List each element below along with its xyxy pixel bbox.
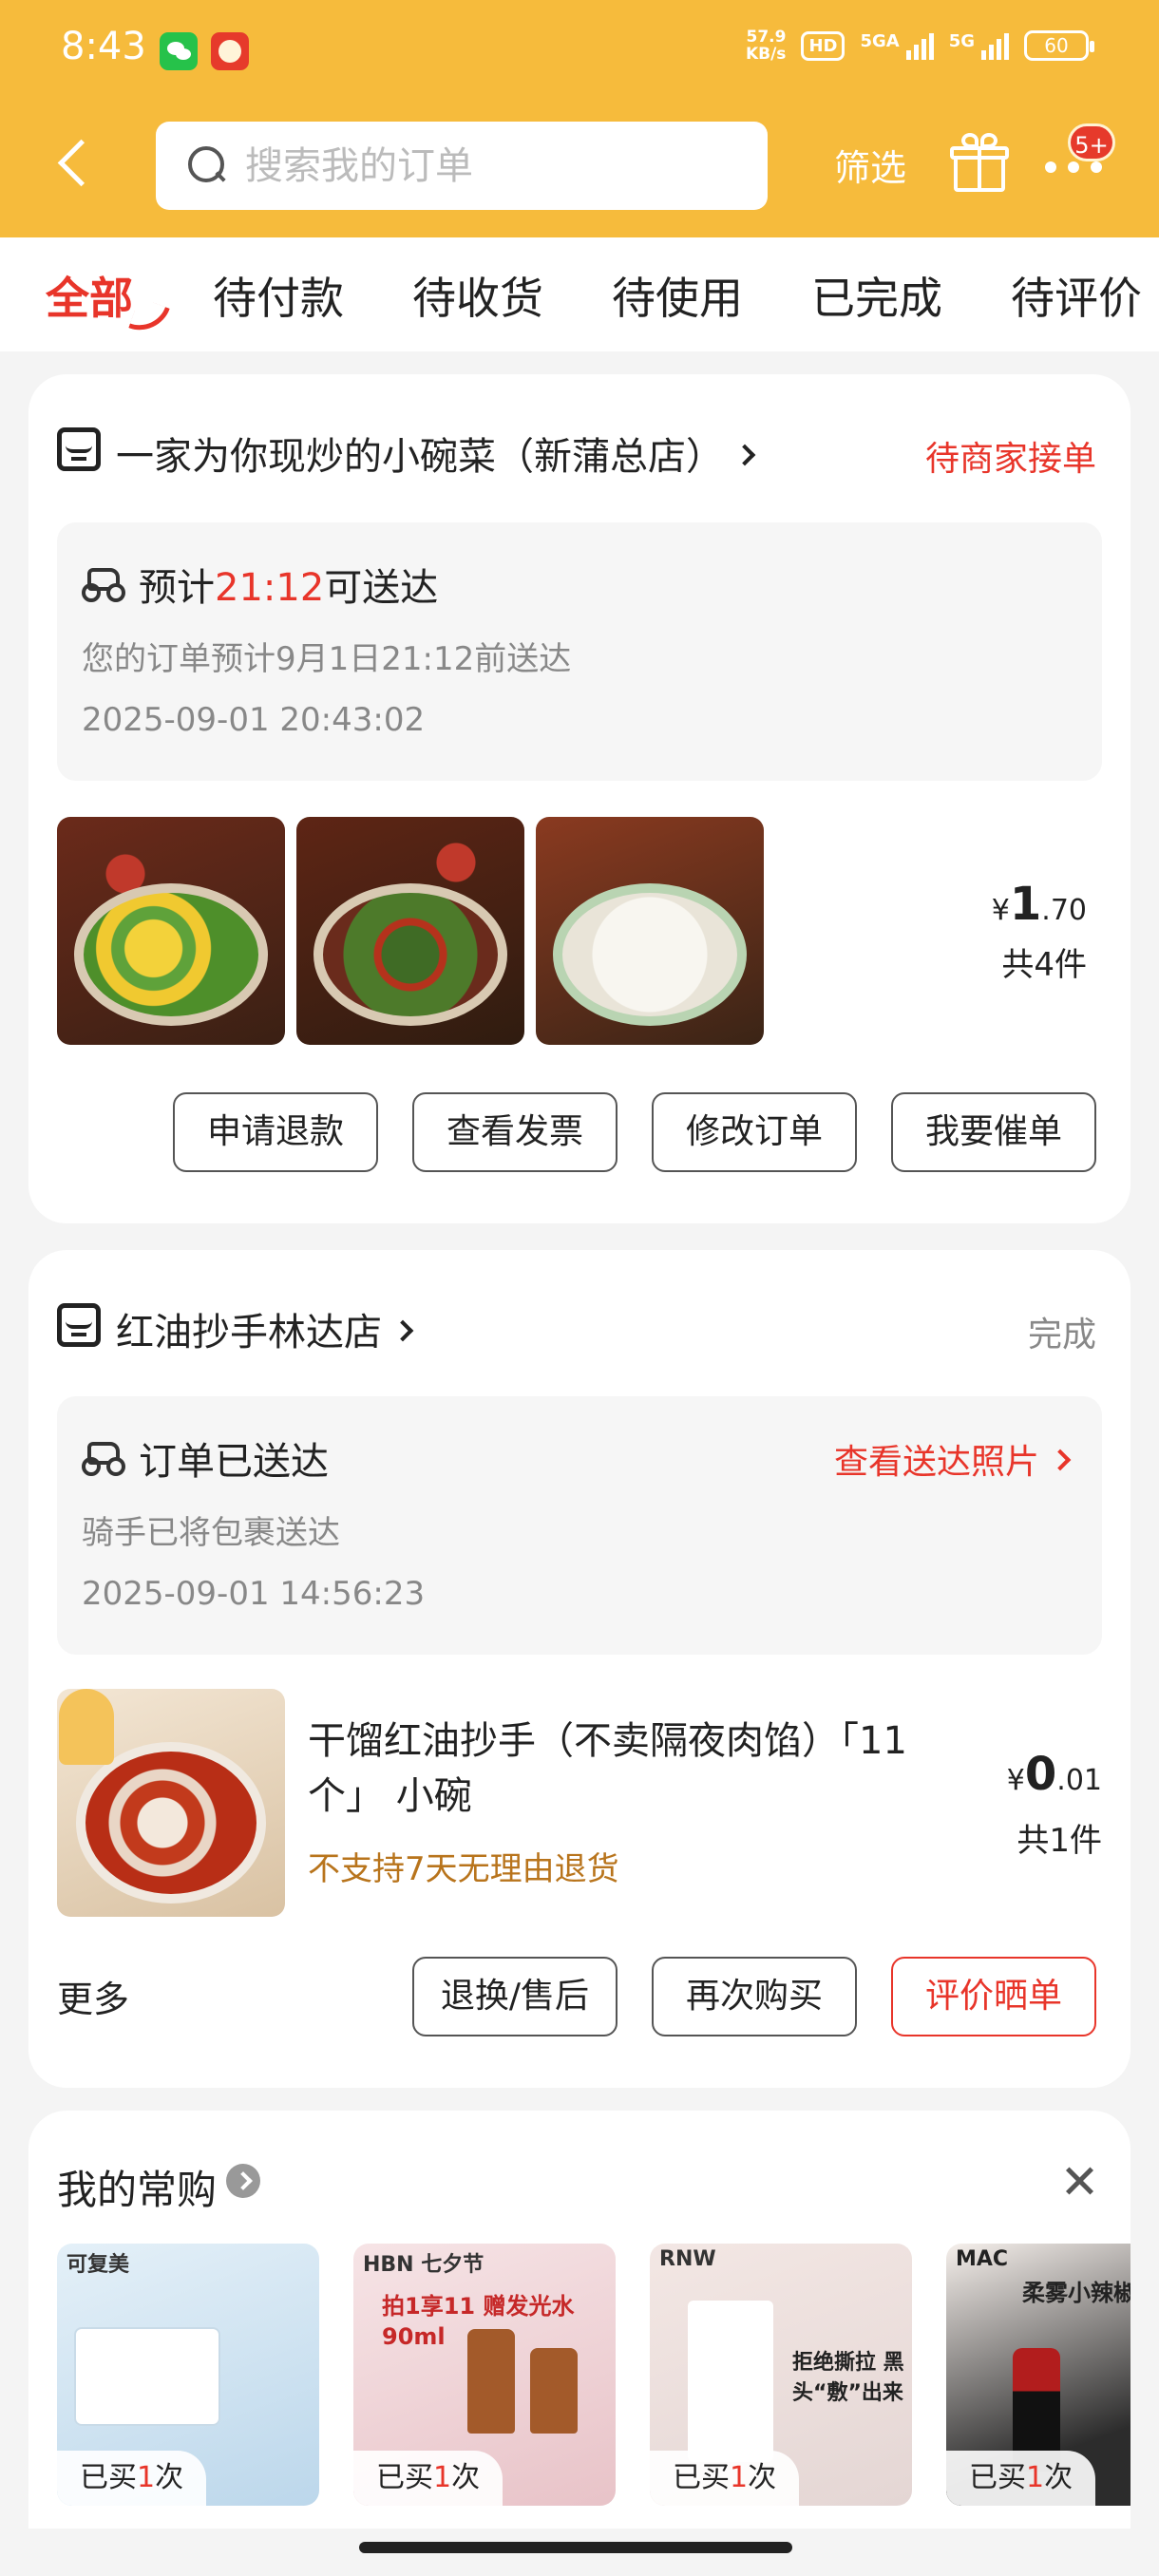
filter-button[interactable]: 筛选 — [834, 139, 906, 191]
header-bar: 8:43 57.9 KB/s HD 5GA 5G 60 筛选 — [0, 0, 1159, 237]
order-card[interactable]: 一家为你现炒的小碗菜（新蒲总店） 待商家接单 预计21:12可送达 您的订单预计… — [28, 374, 1130, 1223]
delivery-info-box: 订单已送达 查看送达照片 骑手已将包裹送达 2025-09-01 14:56:2… — [57, 1396, 1102, 1655]
order-card[interactable]: 红油抄手林达店 完成 订单已送达 查看送达照片 骑手已将包裹送达 2025-09… — [28, 1250, 1130, 2088]
buy-again-button[interactable]: 再次购买 — [652, 1957, 857, 2036]
delivery-note: 骑手已将包裹送达 — [82, 1514, 340, 1552]
product-brand: 可复美 — [66, 2253, 130, 2277]
chef-badge-icon — [59, 1689, 114, 1765]
tab-pending-use[interactable]: 待使用 — [612, 264, 743, 327]
product-headline: 柔雾小辣椒 — [1022, 2280, 1130, 2306]
frequent-purchases-section: 我的常购 可复美 已买1次 HBN 七夕节 拍1享11 赠发光水90ml 已买1… — [28, 2111, 1130, 2529]
product-image — [530, 2348, 578, 2434]
order-timestamp: 2025-09-01 14:56:23 — [82, 1575, 426, 1613]
delivery-status: 订单已送达 — [139, 1440, 329, 1484]
product-brand: HBN 七夕节 — [363, 2253, 484, 2277]
delivery-info-box: 预计21:12可送达 您的订单预计9月1日21:12前送达 2025-09-01… — [57, 522, 1102, 781]
gift-icon[interactable] — [950, 133, 1009, 194]
store-icon — [57, 427, 101, 471]
modify-order-button[interactable]: 修改订单 — [652, 1092, 857, 1172]
delivery-estimate: 预计21:12可送达 — [139, 566, 439, 610]
section-title: 我的常购 — [57, 2167, 218, 2213]
view-invoice-button[interactable]: 查看发票 — [412, 1092, 618, 1172]
order-price: ¥1.70 — [991, 878, 1087, 931]
search-icon — [188, 146, 226, 184]
return-policy-note: 不支持7天无理由退货 — [308, 1850, 619, 1888]
status-time: 8:43 — [61, 25, 146, 68]
more-actions-link[interactable]: 更多 — [57, 1970, 129, 2022]
order-price: ¥0.01 — [1006, 1748, 1102, 1801]
product-headline: 拒绝撕拉 黑头“敷”出来 — [792, 2351, 904, 2405]
product-brand: RNW — [659, 2247, 716, 2271]
frequent-product-card[interactable]: 可复美 已买1次 — [57, 2244, 319, 2506]
product-image — [688, 2301, 773, 2462]
frequent-product-card[interactable]: HBN 七夕节 拍1享11 赠发光水90ml 已买1次 — [353, 2244, 616, 2506]
product-image — [76, 2329, 218, 2424]
item-count: 共1件 — [1016, 1822, 1102, 1860]
chevron-right-icon — [733, 444, 756, 466]
view-delivery-photo-link[interactable]: 查看送达照片 — [834, 1434, 1072, 1484]
tab-pending-receipt[interactable]: 待收货 — [412, 264, 543, 327]
chevron-right-icon — [391, 1319, 414, 1342]
order-status: 待商家接单 — [924, 440, 1096, 479]
item-count: 共4件 — [1001, 946, 1087, 984]
review-order-button[interactable]: 评价晒单 — [891, 1957, 1096, 2036]
wechat-notification-icon — [160, 32, 198, 70]
system-icons: 57.9 KB/s HD 5GA 5G 60 — [745, 28, 1094, 64]
status-bar: 8:43 57.9 KB/s HD 5GA 5G 60 — [0, 0, 1159, 104]
delivery-note: 您的订单预计9月1日21:12前送达 — [82, 640, 572, 678]
tab-completed[interactable]: 已完成 — [811, 264, 942, 327]
bought-count-badge: 已买1次 — [946, 2451, 1096, 2506]
order-status: 完成 — [1027, 1316, 1096, 1354]
product-image — [467, 2329, 515, 2434]
apply-refund-button[interactable]: 申请退款 — [173, 1092, 378, 1172]
bought-count-badge: 已买1次 — [57, 2451, 207, 2506]
signal-5g-icon: 5G — [949, 31, 1009, 60]
product-thumbnail[interactable] — [57, 817, 285, 1045]
product-thumbnail[interactable] — [296, 817, 524, 1045]
bought-count-badge: 已买1次 — [353, 2451, 504, 2506]
battery-icon: 60 — [1024, 30, 1094, 61]
frequent-product-card[interactable]: RNW 拒绝撕拉 黑头“敷”出来 已买1次 — [650, 2244, 912, 2506]
delivery-scooter-icon — [82, 564, 124, 602]
back-arrow-icon[interactable] — [55, 135, 93, 192]
urge-order-button[interactable]: 我要催单 — [891, 1092, 1096, 1172]
home-indicator[interactable] — [359, 2542, 792, 2553]
order-tabs: 全部 待付款 待收货 待使用 已完成 待评价 — [0, 237, 1159, 351]
delivery-scooter-icon — [82, 1438, 124, 1476]
close-icon[interactable] — [1062, 2164, 1096, 2198]
search-box[interactable] — [156, 122, 768, 210]
message-count-badge: 5+ — [1068, 123, 1115, 161]
hd-icon: HD — [801, 30, 846, 61]
order-timestamp: 2025-09-01 20:43:02 — [82, 701, 426, 739]
tab-pending-review[interactable]: 待评价 — [1011, 264, 1142, 327]
chevron-right-icon — [1049, 1449, 1072, 1471]
network-speed: 57.9 KB/s — [745, 28, 787, 64]
signal-5ga-icon: 5GA — [860, 31, 934, 60]
product-thumbnail[interactable] — [536, 817, 764, 1045]
product-brand: MAC — [956, 2247, 1009, 2271]
tab-pending-payment[interactable]: 待付款 — [213, 264, 344, 327]
store-name-link[interactable]: 红油抄手林达店 — [116, 1301, 414, 1356]
bought-count-badge: 已买1次 — [650, 2451, 800, 2506]
info-arrow-icon[interactable] — [226, 2164, 260, 2198]
store-name-link[interactable]: 一家为你现炒的小碗菜（新蒲总店） — [116, 426, 756, 481]
product-thumbnail[interactable] — [57, 1689, 285, 1917]
store-icon — [57, 1303, 101, 1347]
search-input[interactable] — [245, 142, 739, 190]
frequent-product-card[interactable]: MAC 柔雾小辣椒 已买1次 — [946, 2244, 1130, 2506]
app-notification-icon — [211, 32, 249, 70]
tab-all[interactable]: 全部 — [46, 264, 133, 327]
product-title[interactable]: 干馏红油抄手（不卖隔夜肉馅）「11个」 小碗 — [308, 1714, 973, 1824]
return-after-sale-button[interactable]: 退换/售后 — [412, 1957, 618, 2036]
